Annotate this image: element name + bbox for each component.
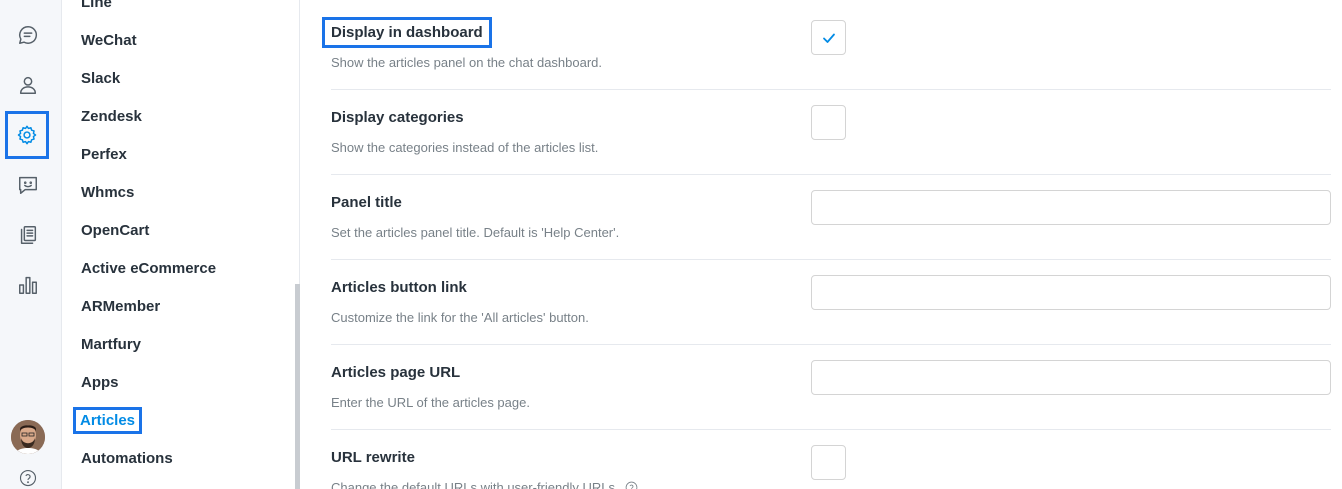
setting-description: Show the articles panel on the chat dash…	[331, 55, 603, 70]
reports-icon[interactable]	[11, 268, 45, 302]
help-icon[interactable]	[625, 481, 638, 489]
nav-item-apps[interactable]: Apps	[81, 374, 119, 391]
nav-item-perfex[interactable]: Perfex	[81, 146, 127, 163]
setting-panel-title: Panel title Set the articles panel title…	[331, 175, 1331, 260]
display-categories-checkbox[interactable]	[811, 105, 846, 140]
conversations-icon[interactable]	[11, 18, 45, 52]
nav-item-whmcs[interactable]: Whmcs	[81, 184, 134, 201]
nav-item-martfury[interactable]: Martfury	[81, 336, 141, 353]
panel-title-input[interactable]	[811, 190, 1331, 225]
nav-item-opencart[interactable]: OpenCart	[81, 222, 149, 239]
setting-title: Display in dashboard	[322, 17, 492, 48]
setting-description: Set the articles panel title. Default is…	[331, 225, 620, 240]
articles-page-url-input[interactable]	[811, 360, 1331, 395]
settings-main: Display in dashboard Show the articles p…	[301, 0, 1342, 489]
user-avatar[interactable]	[11, 420, 45, 454]
setting-description: Enter the URL of the articles page.	[331, 395, 530, 410]
nav-item-armember[interactable]: ARMember	[81, 298, 160, 315]
nav-item-active-ecommerce[interactable]: Active eCommerce	[81, 260, 216, 277]
setting-title: URL rewrite	[331, 449, 415, 466]
nav-item-line[interactable]: Line	[81, 0, 112, 11]
app-icon-rail	[0, 0, 62, 489]
nav-item-wechat[interactable]: WeChat	[81, 32, 137, 49]
setting-description: Show the categories instead of the artic…	[331, 140, 599, 155]
nav-item-articles[interactable]: Articles	[72, 407, 143, 434]
nav-item-zendesk[interactable]: Zendesk	[81, 108, 142, 125]
setting-url-rewrite: URL rewrite Change the default URLs with…	[331, 430, 1331, 489]
articles-button-link-input[interactable]	[811, 275, 1331, 310]
help-icon[interactable]	[19, 469, 37, 487]
setting-description: Customize the link for the 'All articles…	[331, 310, 589, 325]
setting-title: Panel title	[331, 194, 402, 211]
display-in-dashboard-checkbox[interactable]	[811, 20, 846, 55]
url-rewrite-checkbox[interactable]	[811, 445, 846, 480]
settings-icon[interactable]	[5, 111, 49, 159]
setting-display-categories: Display categories Show the categories i…	[331, 90, 1331, 175]
nav-scrollbar[interactable]	[295, 284, 300, 489]
chatbot-icon[interactable]	[11, 168, 45, 202]
setting-description-row: Change the default URLs with user-friend…	[331, 480, 638, 489]
checkmark-icon	[822, 33, 835, 43]
users-icon[interactable]	[11, 68, 45, 102]
setting-articles-page-url: Articles page URL Enter the URL of the a…	[331, 345, 1331, 430]
setting-title: Articles button link	[331, 279, 467, 296]
setting-articles-button-link: Articles button link Customize the link …	[331, 260, 1331, 345]
nav-item-automations[interactable]: Automations	[81, 450, 173, 467]
setting-display-in-dashboard: Display in dashboard Show the articles p…	[322, 0, 1331, 90]
nav-item-slack[interactable]: Slack	[81, 70, 120, 87]
setting-title: Display categories	[331, 109, 464, 126]
articles-icon[interactable]	[11, 218, 45, 252]
setting-description: Change the default URLs with user-friend…	[331, 480, 619, 489]
setting-title: Articles page URL	[331, 364, 461, 381]
